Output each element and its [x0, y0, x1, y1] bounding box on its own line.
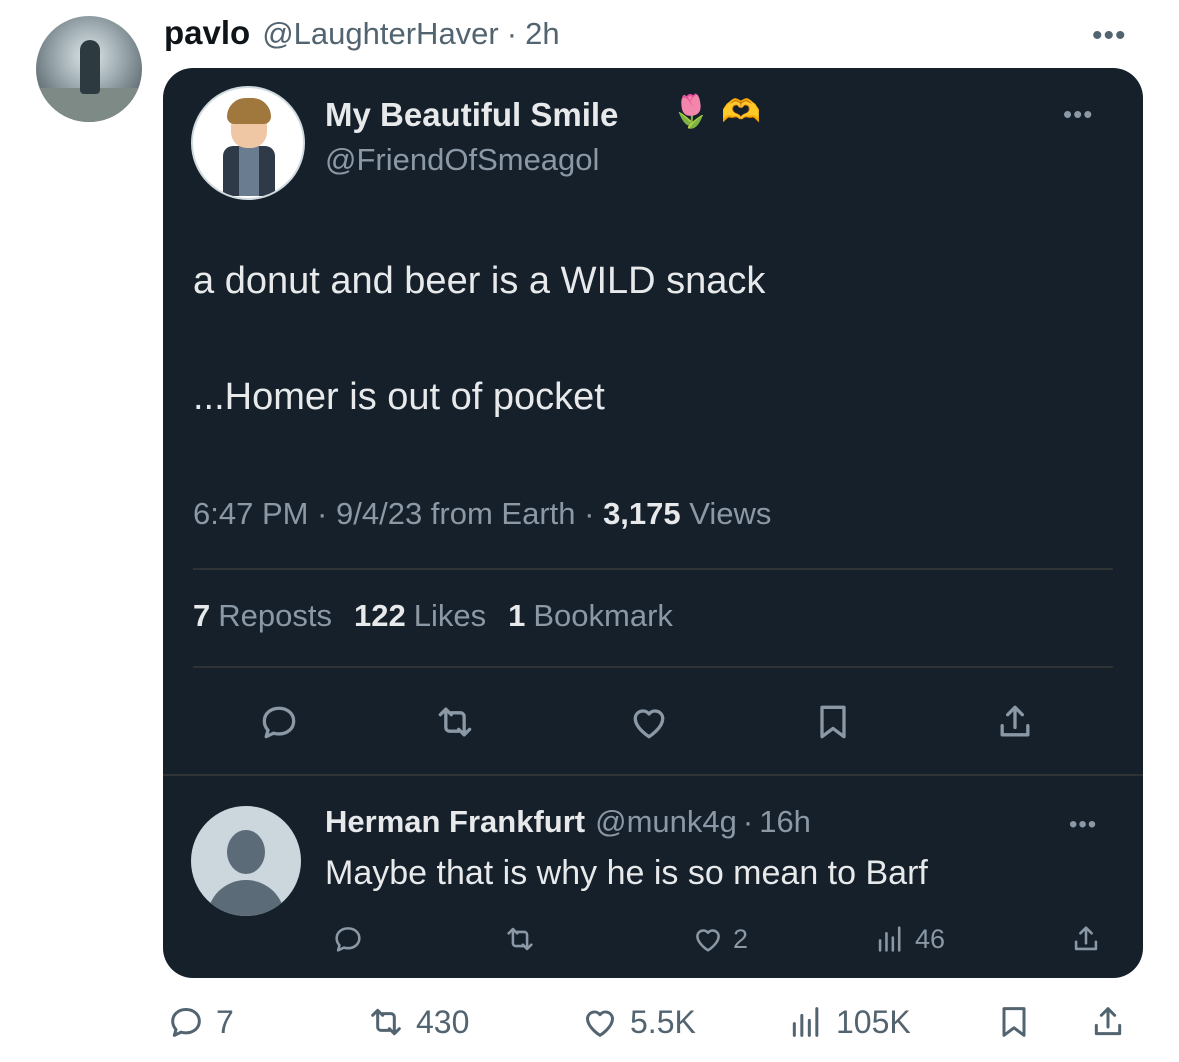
tweet-share-button[interactable] [1088, 1002, 1138, 1042]
avatar-shirt [239, 146, 259, 196]
reply-time[interactable]: 16h [759, 804, 811, 840]
reply-header: Herman Frankfurt @munk4g · 16h [325, 804, 811, 840]
like-icon [633, 709, 665, 739]
quoted-stats: 7 Reposts 122 Likes 1 Bookmark [193, 598, 695, 634]
like-icon [586, 1010, 614, 1037]
quoted-author-handle[interactable]: @FriendOfSmeagol [325, 142, 599, 178]
quoted-author-avatar[interactable] [191, 86, 305, 200]
reply-icon [335, 927, 361, 952]
likes-count: 122 [353, 598, 406, 633]
reply-text: Maybe that is why he is so mean to Barf [325, 854, 928, 892]
like-icon [696, 929, 720, 952]
bookmark-button[interactable] [811, 700, 855, 744]
reply-separator: · [742, 804, 754, 839]
avatar-shoulders [207, 880, 285, 916]
divider [193, 568, 1113, 570]
likes-stat[interactable]: 122 Likes [354, 598, 486, 634]
bookmarks-count: 1 [508, 598, 526, 633]
likes-label: Likes [413, 598, 487, 633]
more-icon[interactable]: ••• [1069, 813, 1097, 837]
tulip-emoji: 🌷 [671, 93, 711, 129]
tweet-like-button[interactable]: 5.5K [580, 1002, 696, 1042]
more-icon[interactable]: ••• [1092, 21, 1127, 51]
header-separator: · [506, 16, 518, 51]
quoted-text-line-2: ...Homer is out of pocket [193, 376, 605, 418]
share-icon [1094, 1007, 1122, 1036]
reposts-stat[interactable]: 7 Reposts [193, 598, 332, 634]
quoted-views-label: Views [680, 496, 772, 531]
repost-icon [507, 927, 533, 951]
repost-button[interactable] [433, 700, 477, 744]
tweet-views-count: 105K [836, 1003, 911, 1040]
reply-repost-button[interactable] [503, 922, 545, 956]
quoted-views-count: 3,175 [603, 496, 681, 531]
views-icon [878, 926, 901, 952]
tweet-repost-count: 430 [416, 1003, 470, 1040]
reply-views-button[interactable]: 46 [873, 922, 945, 956]
share-button[interactable] [993, 700, 1037, 744]
reply-share-button[interactable] [1069, 922, 1111, 956]
quoted-timestamp[interactable]: 6:47 PM · 9/4/23 from Earth · [193, 496, 603, 531]
like-button[interactable] [627, 700, 671, 744]
reply-like-count: 2 [733, 923, 749, 954]
author-name[interactable]: pavlo [164, 14, 250, 52]
quoted-text-line-1: a donut and beer is a WILD snack [193, 260, 766, 302]
bookmarks-label: Bookmark [533, 598, 673, 633]
tweet-reply-button[interactable]: 7 [166, 1002, 234, 1042]
repost-icon [371, 1008, 401, 1036]
bookmark-icon [820, 705, 846, 739]
share-icon [1000, 705, 1030, 737]
quoted-meta: 6:47 PM · 9/4/23 from Earth · 3,175 View… [193, 496, 771, 532]
tweet-time[interactable]: 2h [525, 16, 559, 52]
reply-author-name[interactable]: Herman Frankfurt [325, 804, 585, 840]
views-icon [792, 1007, 819, 1037]
tweet-bookmark-button[interactable] [994, 1002, 1044, 1042]
avatar-figure [80, 40, 100, 94]
tweet-like-count: 5.5K [630, 1003, 696, 1040]
reposts-label: Reposts [218, 598, 332, 633]
reply-reply-button[interactable] [331, 922, 373, 956]
reply-author-handle[interactable]: @munk4g [595, 804, 737, 840]
tweet-repost-button[interactable]: 430 [366, 1002, 469, 1042]
divider [163, 774, 1143, 776]
bookmark-icon [1002, 1007, 1026, 1037]
avatar-head [227, 830, 265, 874]
reply-views-count: 46 [915, 923, 946, 954]
tweet-header: pavlo @LaughterHaver · 2h [164, 14, 560, 54]
author-avatar[interactable] [36, 16, 142, 122]
share-icon [1074, 926, 1098, 951]
more-icon[interactable]: ••• [1063, 101, 1093, 127]
reply-icon [171, 1008, 201, 1037]
tweet-reply-count: 7 [216, 1003, 234, 1040]
heart-hands-emoji: 🫶 [721, 93, 761, 129]
reply-icon [262, 706, 296, 739]
repost-icon [438, 707, 472, 737]
quoted-tweet-card[interactable]: My Beautiful Smile 🌷 🫶 @FriendOfSmeagol … [163, 68, 1143, 978]
avatar-hair [227, 98, 271, 124]
reposts-count: 7 [193, 598, 211, 633]
bookmarks-stat[interactable]: 1 Bookmark [508, 598, 673, 634]
quoted-author-name[interactable]: My Beautiful Smile [325, 96, 618, 134]
reply-button[interactable] [257, 700, 301, 744]
divider [193, 666, 1113, 668]
reply-author-avatar[interactable] [191, 806, 301, 916]
reply-like-button[interactable]: 2 [691, 922, 748, 956]
author-handle[interactable]: @LaughterHaver [262, 16, 499, 52]
tweet-views-button[interactable]: 105K [786, 1002, 911, 1042]
